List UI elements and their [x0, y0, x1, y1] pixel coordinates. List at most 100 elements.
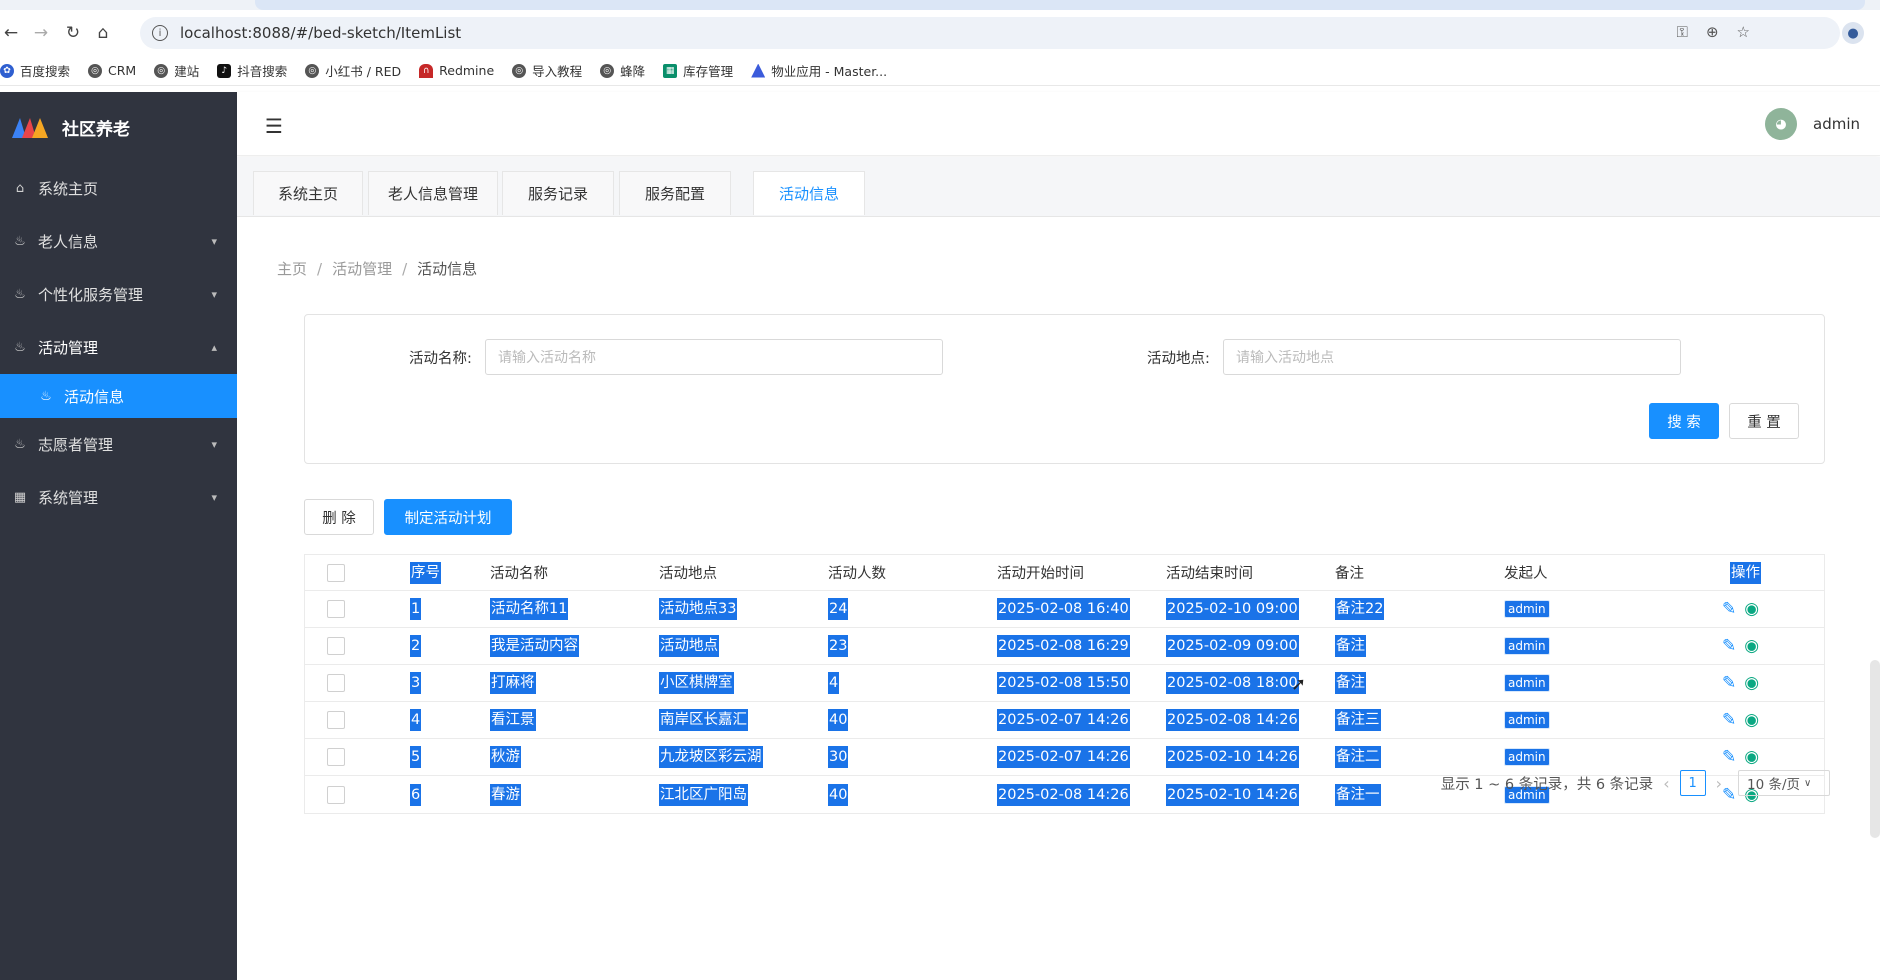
bookmark-item[interactable]: ▦ 库存管理 [663, 61, 733, 80]
sidebar-item-volunteer[interactable]: ♨ 志愿者管理 ▾ [0, 418, 237, 471]
search-button[interactable]: 搜 索 [1649, 403, 1719, 439]
breadcrumb-home[interactable]: 主页 [277, 260, 307, 278]
cell-text: 备注22 [1335, 598, 1385, 620]
edit-icon[interactable]: ✎ [1722, 673, 1736, 693]
site-info-icon[interactable]: i [152, 25, 168, 41]
sidebar-item-elder-info[interactable]: ♨ 老人信息 ▾ [0, 215, 237, 268]
forward-icon[interactable]: → [30, 22, 52, 44]
table-row[interactable]: 2 我是活动内容 活动地点 23 2025-02-08 16:29 2025-02-09 … [305, 628, 1824, 665]
bookmark-item[interactable]: ✿ 百度搜索 [0, 61, 70, 80]
bookmark-item[interactable]: ◎ 导入教程 [512, 61, 582, 80]
key-icon[interactable]: ⚿ [1677, 23, 1688, 41]
bookmark-item[interactable]: ◎ CRM [88, 63, 136, 78]
scrollbar[interactable] [1870, 660, 1880, 838]
page-size-select[interactable]: 10 条/页 ∨ [1738, 770, 1830, 796]
cell-text: 2025-02-10 14:26 [1166, 746, 1299, 768]
create-plan-button[interactable]: 制定活动计划 [384, 499, 512, 535]
bookmark-item[interactable]: ♪ 抖音搜索 [217, 61, 287, 80]
col-header[interactable]: 活动开始时间 [997, 555, 1084, 590]
bookmark-item[interactable]: ◎ 建站 [154, 61, 199, 80]
page-number[interactable]: 1 [1679, 770, 1706, 796]
eye-icon[interactable]: ◉ [1744, 673, 1759, 693]
cell-text: 24 [828, 598, 849, 620]
activity-name-input[interactable] [485, 339, 943, 375]
col-header-text: 序号 [410, 561, 441, 584]
home-icon: ⌂ [15, 181, 25, 196]
sidebar-item-home[interactable]: ⌂ 系统主页 [0, 162, 237, 215]
breadcrumb: 主页 / 活动管理 / 活动信息 [277, 258, 477, 279]
url-field[interactable]: i localhost:8088/#/bed-sketch/ItemList ⚿… [140, 17, 1840, 49]
delete-button[interactable]: 删 除 [304, 499, 374, 535]
row-checkbox[interactable] [327, 600, 345, 618]
sidebar-item-personal-service[interactable]: ♨ 个性化服务管理 ▾ [0, 268, 237, 321]
col-header[interactable]: 活动结束时间 [1166, 555, 1253, 590]
col-header[interactable]: 操作 [1730, 555, 1761, 590]
tab-activity-info[interactable]: 活动信息 [753, 171, 865, 215]
row-checkbox[interactable] [327, 711, 345, 729]
col-header[interactable]: 序号 [410, 555, 441, 590]
row-checkbox[interactable] [327, 748, 345, 766]
activity-place-input[interactable] [1223, 339, 1681, 375]
page-size-value: 10 条/页 [1747, 777, 1801, 793]
bookmark-item[interactable]: ∩ Redmine [419, 63, 494, 78]
initiator-badge: admin [1504, 637, 1550, 655]
table-cell: admin [1504, 702, 1550, 738]
username[interactable]: admin [1813, 115, 1860, 133]
col-header[interactable]: 活动人数 [828, 555, 886, 590]
reload-icon[interactable]: ↻ [62, 22, 84, 44]
tab-home[interactable]: 系统主页 [253, 171, 363, 215]
menu-toggle-icon[interactable]: ☰ [265, 114, 283, 138]
table-row[interactable]: 4 看江景 南岸区长嘉汇 40 2025-02-07 14:26 2025-02-08 1… [305, 702, 1824, 739]
chevron-down-icon: ▾ [211, 235, 217, 248]
sidebar-item-activity-info[interactable]: ♨ 活动信息 [0, 374, 237, 418]
tab-elder-management[interactable]: 老人信息管理 [368, 171, 498, 215]
eye-icon[interactable]: ◉ [1744, 599, 1759, 619]
avatar[interactable]: ◕ [1765, 108, 1797, 140]
bookmark-item[interactable]: ◎ 蜂降 [600, 61, 645, 80]
edit-icon[interactable]: ✎ [1722, 636, 1736, 656]
reset-button[interactable]: 重 置 [1729, 403, 1799, 439]
eye-icon[interactable]: ◉ [1744, 636, 1759, 656]
next-page-icon[interactable]: › [1716, 774, 1722, 793]
tab-service-config[interactable]: 服务配置 [619, 171, 731, 215]
tab-service-records[interactable]: 服务记录 [502, 171, 614, 215]
bookmark-item[interactable]: ◎ 小红书 / RED [305, 61, 401, 80]
tiktok-icon: ♪ [217, 63, 232, 78]
col-header[interactable]: 活动地点 [659, 555, 717, 590]
col-header[interactable]: 备注 [1335, 555, 1364, 590]
url-text[interactable]: localhost:8088/#/bed-sketch/ItemList [180, 24, 461, 42]
globe-icon: ◎ [305, 63, 320, 78]
home-icon[interactable]: ⌂ [92, 22, 114, 44]
app-logo[interactable]: 社区养老 [0, 92, 237, 162]
bookmark-item[interactable]: 物业应用 - Master... [751, 61, 887, 80]
col-header[interactable]: 活动名称 [490, 555, 548, 590]
table-row[interactable]: 1 活动名称11 活动地点33 24 2025-02-08 16:40 2025-02-1… [305, 591, 1824, 628]
prev-page-icon[interactable]: ‹ [1663, 774, 1669, 793]
zoom-icon[interactable]: ⊕ [1706, 23, 1719, 41]
table-row[interactable]: 3 打麻将 小区棋牌室 4 2025-02-08 15:50 2025-02-08 18:… [305, 665, 1824, 702]
row-checkbox[interactable] [327, 637, 345, 655]
user-menu[interactable]: ◕ admin [1765, 108, 1860, 140]
table-cell: 九龙坡区彩云湖 [659, 739, 763, 775]
table-cell: 2025-02-08 14:26 [1166, 702, 1299, 738]
row-select-cell [327, 739, 345, 775]
eye-icon[interactable]: ◉ [1744, 710, 1759, 730]
edit-icon[interactable]: ✎ [1722, 599, 1736, 619]
eye-icon[interactable]: ◉ [1744, 747, 1759, 767]
active-tab-edge[interactable] [255, 0, 1865, 10]
edit-icon[interactable]: ✎ [1722, 747, 1736, 767]
breadcrumb-parent[interactable]: 活动管理 [332, 260, 392, 278]
back-icon[interactable]: ← [0, 22, 22, 44]
chevron-down-icon: ▾ [211, 491, 217, 504]
row-checkbox[interactable] [327, 674, 345, 692]
col-header[interactable]: 发起人 [1504, 555, 1548, 590]
sidebar-item-system[interactable]: ▦ 系统管理 ▾ [0, 471, 237, 524]
edit-icon[interactable]: ✎ [1722, 710, 1736, 730]
sidebar-item-activity-management[interactable]: ♨ 活动管理 ▴ [0, 321, 237, 374]
cell-text: 2025-02-08 14:26 [1166, 709, 1299, 731]
cell-text: 6 [410, 783, 422, 806]
profile-icon[interactable]: ● [1842, 22, 1864, 44]
star-icon[interactable]: ☆ [1737, 23, 1750, 41]
row-checkbox[interactable] [327, 785, 345, 804]
select-all-checkbox[interactable] [327, 563, 345, 582]
